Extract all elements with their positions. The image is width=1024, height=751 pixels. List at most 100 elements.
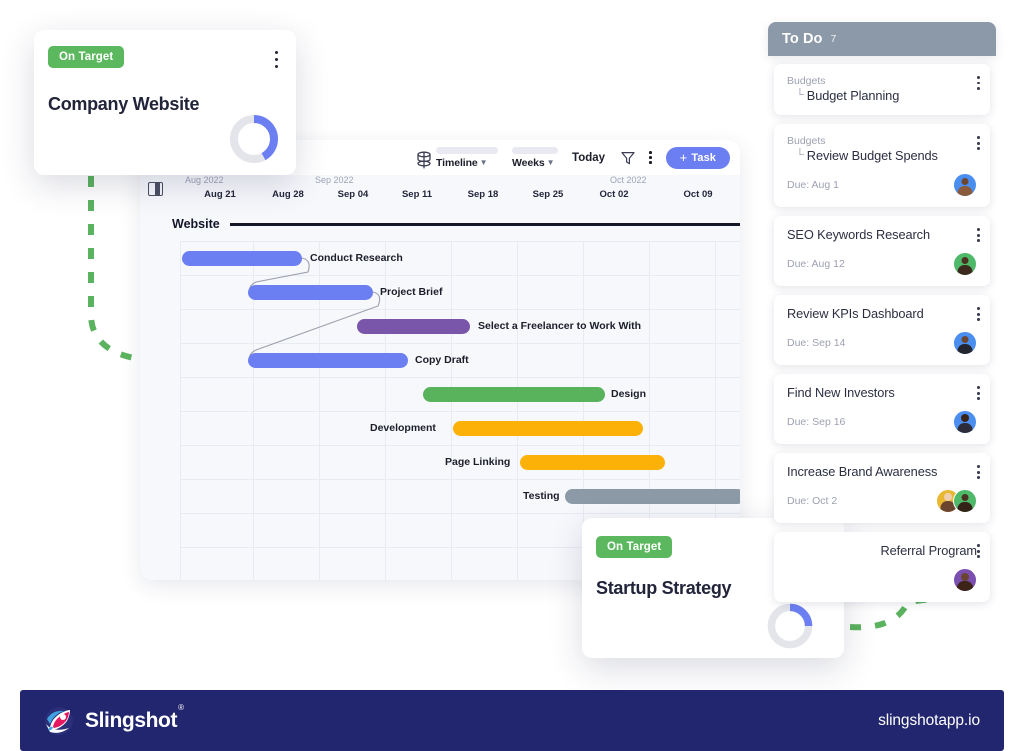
gantt-bar[interactable]: [423, 387, 605, 402]
sidebar-toggle-icon[interactable]: [148, 182, 163, 196]
dot: [649, 151, 652, 154]
todo-card-title: Budget Planning: [806, 88, 900, 104]
zoom-selector-label: Weeks ▼: [512, 157, 555, 169]
subtask-elbow-icon: └: [796, 149, 804, 162]
gantt-date-header: Aug 2022 Sep 2022 Oct 2022 Aug 21 Aug 28…: [140, 175, 740, 207]
dot: [274, 51, 278, 55]
gantt-bar[interactable]: [182, 251, 302, 266]
dot: [977, 397, 980, 401]
brand-trademark: ®: [178, 702, 184, 712]
gantt-bar-label: Design: [611, 388, 647, 400]
todo-card[interactable]: Budgets └ Budget Planning: [774, 64, 990, 116]
screenshot-root: Timeline ▼ Weeks ▼ Today + Task Aug 2022…: [0, 0, 1024, 751]
todo-card[interactable]: Budgets └ Review Budget Spends Due: Aug …: [774, 124, 990, 208]
dot: [977, 147, 980, 151]
dot: [977, 76, 980, 79]
dot: [977, 555, 980, 559]
gantt-bar[interactable]: [453, 421, 643, 436]
dot: [977, 87, 980, 90]
todo-card-due: Due: Sep 16: [787, 416, 846, 429]
todo-card-more-options[interactable]: [977, 136, 980, 151]
todo-card-title: Increase Brand Awareness: [787, 464, 938, 480]
todo-card-more-options[interactable]: [977, 76, 980, 90]
chevron-down-icon: ▼: [546, 158, 555, 167]
gantt-chart-window: Timeline ▼ Weeks ▼ Today + Task Aug 2022…: [140, 140, 740, 580]
gantt-bar-label: Select a Freelancer to Work With: [478, 320, 642, 332]
gantt-bar[interactable]: [248, 285, 373, 300]
todo-card-more-options[interactable]: [977, 386, 980, 401]
today-button[interactable]: Today: [572, 152, 605, 164]
dot: [977, 136, 980, 139]
dot: [977, 476, 980, 480]
todo-count: 7: [830, 33, 837, 45]
avatar: [953, 331, 977, 356]
project-card-more-options[interactable]: [274, 51, 278, 69]
add-task-label: Task: [691, 151, 716, 164]
gantt-bar-label: Page Linking: [445, 456, 511, 468]
zoom-placeholder-pill: [512, 146, 559, 154]
todo-card[interactable]: Increase Brand Awareness Due: Oct 2: [774, 453, 990, 524]
slingshot-rocket-logo-icon: [45, 706, 73, 735]
todo-card-title: Find New Investors: [787, 385, 895, 401]
view-placeholder-pill: [436, 146, 499, 154]
gantt-bar[interactable]: [357, 319, 470, 334]
todo-card-title: Review KPIs Dashboard: [787, 306, 924, 322]
todo-card[interactable]: SEO Keywords Research Due: Aug 12: [774, 216, 990, 287]
day-label: Oct 09: [683, 189, 713, 200]
add-task-button[interactable]: + Task: [665, 146, 730, 169]
chevron-down-icon: ▼: [479, 158, 488, 167]
month-label: Sep 2022: [315, 175, 354, 185]
day-label: Sep 18: [467, 189, 499, 200]
assignee-avatars: [936, 489, 977, 514]
todo-card[interactable]: Referral Program: [774, 532, 990, 603]
todo-card-parent: Budgets: [787, 135, 826, 148]
todo-title: To Do: [782, 31, 823, 47]
todo-column-header: To Do 7: [768, 22, 996, 56]
gantt-bar[interactable]: [520, 455, 665, 470]
timeline-stack-icon: [417, 151, 431, 168]
brand-name: Slingshot®: [85, 703, 184, 733]
todo-card-more-options[interactable]: [977, 228, 980, 243]
dot: [977, 141, 980, 145]
view-selector[interactable]: Timeline ▼: [416, 146, 499, 169]
decorative-dashed-path-left: [88, 176, 140, 362]
dot: [977, 544, 980, 547]
dot: [977, 470, 980, 474]
gantt-month-row: Aug 2022 Sep 2022 Oct 2022: [140, 175, 740, 189]
dot: [977, 233, 980, 237]
day-label: Aug 21: [204, 189, 236, 200]
project-title: Company Website: [48, 94, 200, 114]
gantt-bar[interactable]: [565, 489, 740, 504]
gantt-bar-label: Project Brief: [380, 286, 443, 298]
todo-card-more-options[interactable]: [977, 307, 980, 322]
footer-bar: Slingshot® slingshotapp.io: [20, 690, 1004, 751]
assignee-avatars: [953, 331, 977, 356]
todo-card-parent: Budgets: [787, 75, 826, 87]
todo-card-due: Due: Sep 14: [787, 337, 846, 350]
todo-card-title: Review Budget Spends: [806, 148, 938, 164]
project-card-company-website[interactable]: On Target Company Website: [34, 30, 296, 175]
todo-card-more-options[interactable]: [977, 544, 980, 559]
dot: [274, 64, 278, 69]
gantt-bar[interactable]: [248, 353, 408, 368]
zoom-selector[interactable]: Weeks ▼: [512, 146, 559, 169]
assignee-avatars: [953, 410, 977, 435]
todo-card[interactable]: Find New Investors Due: Sep 16: [774, 374, 990, 445]
plus-icon: +: [679, 150, 688, 165]
filter-button[interactable]: [621, 151, 635, 165]
month-label: Aug 2022: [185, 175, 224, 185]
todo-card-title: SEO Keywords Research: [787, 227, 930, 243]
status-badge: On Target: [596, 536, 673, 558]
day-label: Oct 02: [599, 189, 629, 200]
gantt-bar-label: Copy Draft: [415, 354, 469, 366]
gantt-more-options-button[interactable]: [649, 151, 652, 164]
todo-card[interactable]: Review KPIs Dashboard Due: Sep 14: [774, 295, 990, 366]
view-selector-label: Timeline ▼: [436, 157, 488, 169]
brand-lockup: Slingshot®: [44, 703, 184, 736]
dot: [977, 549, 980, 553]
brand-name-text: Slingshot: [85, 708, 178, 732]
dot: [977, 386, 980, 389]
gantt-section-website: Website: [140, 207, 740, 241]
progress-donut: [230, 115, 278, 163]
todo-card-more-options[interactable]: [977, 465, 980, 480]
